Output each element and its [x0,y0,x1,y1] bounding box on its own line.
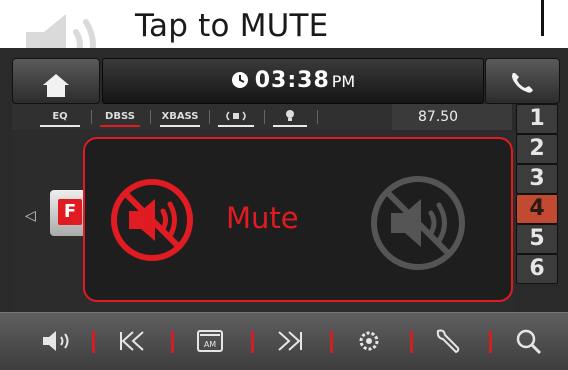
mute-popup: Mute [83,137,513,302]
clock: 03:38 PM [103,68,483,93]
preset-5[interactable]: 5 [516,224,558,254]
preset-4[interactable]: 4 [516,194,558,224]
skip-back-icon[interactable] [112,325,152,357]
tab-xbass-label: XBASS [161,111,199,122]
tab-eq-label: EQ [52,111,68,122]
search-icon[interactable] [509,325,549,357]
speaker-icon[interactable] [37,325,77,357]
source-logo-letter: F [58,199,82,225]
muted-speaker-icon[interactable] [365,175,471,271]
tab-xbass-underline [160,125,200,127]
toolbar-separator [410,331,413,353]
caption-area: Tap to MUTE [0,0,568,76]
toolbar-separator [171,331,174,353]
bottom-toolbar: AM [0,312,568,370]
skip-forward-icon[interactable] [270,325,310,357]
home-button[interactable] [12,58,100,104]
preset-6[interactable]: 6 [516,254,558,284]
status-bar: 03:38 PM [12,58,560,104]
tab-xbass[interactable]: XBASS [154,108,206,127]
toolbar-separator [92,331,95,353]
frequency-display: 87.50 [392,104,512,130]
tab-surround-underline [218,125,254,127]
home-icon [43,74,69,97]
tab-separator [317,110,318,124]
bulb-icon [286,110,294,121]
tab-surround[interactable] [212,108,260,127]
caption-divider [541,0,544,36]
audio-tab-row: EQ DBSS XBASS [12,104,392,130]
toolbar-separator [489,331,492,353]
tab-dbss-label: DBSS [105,111,135,122]
toolbar-separator [330,331,333,353]
mute-icon[interactable] [107,175,197,265]
tab-separator [209,110,210,124]
phone-icon [512,73,533,93]
tab-separator [264,110,265,124]
am-icon[interactable]: AM [190,325,230,357]
toolbar-separator [251,331,254,353]
clock-panel: 03:38 PM [102,58,484,104]
tab-light[interactable] [267,108,313,127]
preset-3[interactable]: 3 [516,164,558,194]
am-label: AM [204,340,216,349]
tab-eq[interactable]: EQ [34,108,86,127]
gear-icon[interactable] [349,325,389,357]
tab-dbss[interactable]: DBSS [94,108,146,127]
tab-light-underline [273,125,307,127]
clock-ampm: PM [331,72,356,91]
phone-button[interactable] [485,58,560,104]
wrench-icon[interactable] [430,325,470,357]
caption-title: Tap to MUTE [135,8,329,44]
clock-icon [231,72,248,88]
tab-dbss-underline [100,125,140,127]
tab-eq-underline [40,125,80,127]
head-unit-screen: 03:38 PM EQ DBSS XBASS 87.50 1 2 3 4 5 6… [0,48,568,370]
tab-separator [150,110,151,124]
clock-time: 03:38 [254,68,330,93]
mute-label[interactable]: Mute [226,201,299,235]
preset-1[interactable]: 1 [516,104,558,134]
preset-2[interactable]: 2 [516,134,558,164]
surround-icon [226,111,246,121]
prev-arrow-icon[interactable]: ◁ [25,208,36,224]
tab-separator [91,110,92,124]
